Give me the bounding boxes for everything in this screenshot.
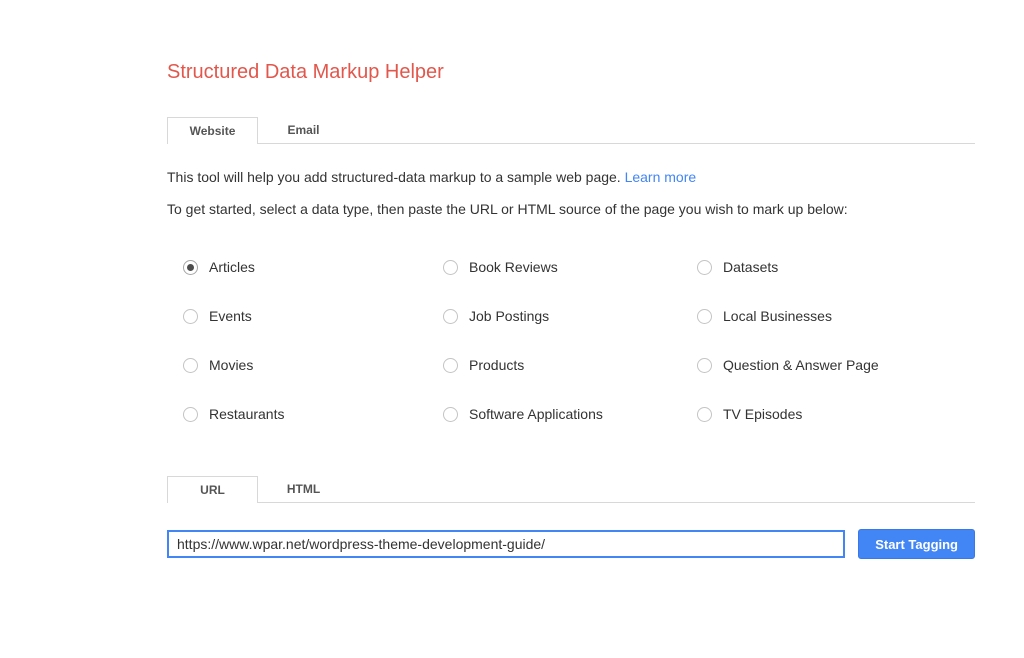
radio-question-answer-page[interactable]: Question & Answer Page: [697, 356, 975, 374]
radio-icon: [443, 309, 458, 324]
radio-label: Job Postings: [469, 308, 549, 324]
tab-url[interactable]: URL: [167, 476, 258, 502]
radio-book-reviews[interactable]: Book Reviews: [443, 258, 697, 276]
instruction-text: To get started, select a data type, then…: [167, 201, 975, 217]
radio-icon: [697, 309, 712, 324]
radio-datasets[interactable]: Datasets: [697, 258, 975, 276]
tab-website[interactable]: Website: [167, 117, 258, 143]
radio-events[interactable]: Events: [183, 307, 443, 325]
url-input[interactable]: [167, 530, 845, 558]
radio-local-businesses[interactable]: Local Businesses: [697, 307, 975, 325]
radio-icon: [183, 358, 198, 373]
radio-label: Articles: [209, 259, 255, 275]
radio-label: Software Applications: [469, 406, 603, 422]
radio-icon: [183, 407, 198, 422]
intro-sentence: This tool will help you add structured-d…: [167, 169, 621, 185]
radio-restaurants[interactable]: Restaurants: [183, 405, 443, 423]
radio-icon: [443, 260, 458, 275]
radio-products[interactable]: Products: [443, 356, 697, 374]
structured-data-markup-helper-page: Structured Data Markup Helper Website Em…: [167, 0, 975, 559]
radio-software-applications[interactable]: Software Applications: [443, 405, 697, 423]
radio-articles[interactable]: Articles: [183, 258, 443, 276]
radio-icon: [183, 260, 198, 275]
tab-html[interactable]: HTML: [258, 476, 349, 502]
radio-tv-episodes[interactable]: TV Episodes: [697, 405, 975, 423]
data-type-radio-group: Articles Book Reviews Datasets Events Jo…: [167, 258, 975, 423]
main-tabbar: Website Email: [167, 117, 975, 144]
radio-icon: [183, 309, 198, 324]
tab-email[interactable]: Email: [258, 117, 349, 143]
intro-text: This tool will help you add structured-d…: [167, 169, 975, 185]
radio-label: Events: [209, 308, 252, 324]
url-form-row: Start Tagging: [167, 529, 975, 559]
radio-icon: [443, 358, 458, 373]
radio-movies[interactable]: Movies: [183, 356, 443, 374]
radio-label: Local Businesses: [723, 308, 832, 324]
radio-icon: [697, 260, 712, 275]
radio-label: TV Episodes: [723, 406, 802, 422]
start-tagging-button[interactable]: Start Tagging: [858, 529, 975, 559]
radio-icon: [443, 407, 458, 422]
learn-more-link[interactable]: Learn more: [625, 169, 697, 185]
radio-job-postings[interactable]: Job Postings: [443, 307, 697, 325]
radio-label: Question & Answer Page: [723, 357, 879, 373]
page-title: Structured Data Markup Helper: [167, 62, 975, 82]
source-tabbar: URL HTML: [167, 476, 975, 503]
radio-icon: [697, 358, 712, 373]
radio-label: Products: [469, 357, 524, 373]
radio-label: Movies: [209, 357, 253, 373]
radio-icon: [697, 407, 712, 422]
radio-label: Restaurants: [209, 406, 284, 422]
radio-label: Datasets: [723, 259, 778, 275]
radio-label: Book Reviews: [469, 259, 558, 275]
